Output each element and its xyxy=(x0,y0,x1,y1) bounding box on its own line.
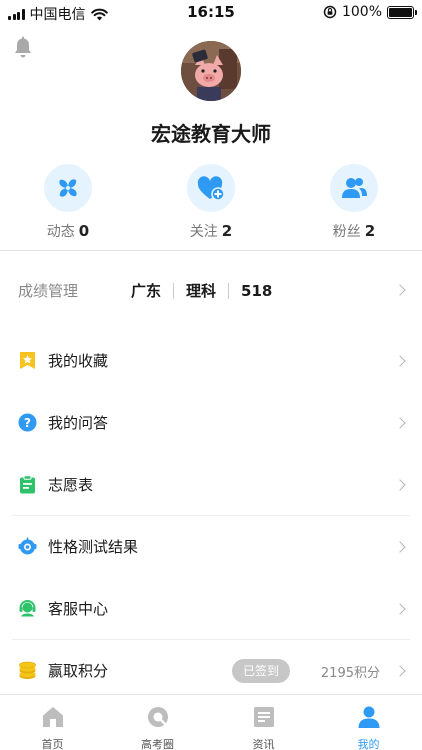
divider xyxy=(0,250,422,251)
tab-news[interactable]: 资讯 xyxy=(211,695,316,750)
menu-item-customer-service[interactable]: 客服中心 xyxy=(0,578,422,640)
menu-item-favorites[interactable]: 我的收藏 xyxy=(0,330,422,392)
avatar[interactable] xyxy=(181,41,241,101)
favorites-bookmark-icon xyxy=(20,352,35,369)
tab-bar: 首页 高考圈 资讯 我的 xyxy=(0,694,422,750)
tab-label: 我的 xyxy=(357,738,380,750)
stat-following[interactable]: 关注 2 xyxy=(161,164,261,241)
chevron-right-icon xyxy=(394,603,406,615)
stat-fans[interactable]: 粉丝 2 xyxy=(304,164,404,241)
chevron-right-icon xyxy=(394,541,406,553)
stat-posts[interactable]: 动态 0 xyxy=(18,164,118,241)
question-icon: ? xyxy=(18,413,37,432)
headset-icon xyxy=(19,600,36,617)
chevron-right-icon xyxy=(394,665,406,677)
stat-label: 粉丝 2 xyxy=(332,222,376,240)
status-bar: 中国电信 16:15 100% xyxy=(0,0,422,24)
stat-label: 动态 0 xyxy=(46,222,90,240)
menu-label: 志愿表 xyxy=(48,476,94,494)
tab-gaokao-circle[interactable]: 高考圈 xyxy=(105,695,210,750)
home-icon xyxy=(42,707,63,727)
score-values: 广东 理科 518 xyxy=(131,280,272,301)
battery-icon xyxy=(387,5,417,19)
users-icon xyxy=(342,178,367,198)
chevron-right-icon xyxy=(394,479,406,491)
circle-icon xyxy=(147,707,168,727)
stats-row: 动态 0 关注 2 粉丝 2 xyxy=(0,164,422,244)
menu-label: 性格测试结果 xyxy=(48,538,139,556)
stat-label: 关注 2 xyxy=(189,222,233,240)
menu-item-qa[interactable]: ? 我的问答 xyxy=(0,392,422,454)
rotation-lock-icon xyxy=(323,5,337,19)
menu-label: 我的问答 xyxy=(48,414,109,432)
stat-icon-bg xyxy=(44,164,92,212)
score-title: 成绩管理 xyxy=(18,282,79,300)
pinwheel-icon xyxy=(59,179,77,197)
clipboard-icon xyxy=(20,475,35,494)
score-province: 广东 xyxy=(131,282,162,300)
menu-label: 客服中心 xyxy=(48,600,109,618)
score-value: 518 xyxy=(241,281,273,300)
heart-plus-icon xyxy=(197,176,225,201)
status-right: 100% xyxy=(323,4,417,20)
value-separator xyxy=(228,282,230,299)
bell-icon[interactable] xyxy=(12,36,34,60)
tab-home[interactable]: 首页 xyxy=(0,695,105,750)
stat-icon-bg xyxy=(187,164,235,212)
chevron-right-icon xyxy=(394,355,406,367)
chevron-right-icon xyxy=(394,417,406,429)
news-icon xyxy=(253,707,274,727)
value-separator xyxy=(173,282,175,299)
svg-text:?: ? xyxy=(24,416,31,430)
battery-percent: 100% xyxy=(341,4,382,20)
menu-label: 赢取积分 xyxy=(48,662,109,680)
menu-label: 我的收藏 xyxy=(48,352,109,370)
robot-face-icon xyxy=(18,537,37,555)
tab-label: 资讯 xyxy=(252,738,275,750)
stat-icon-bg xyxy=(330,164,378,212)
menu-item-earn-points[interactable]: 赢取积分 已签到 2195积分 xyxy=(0,640,422,702)
username: 宏途教育大师 xyxy=(151,122,271,146)
score-management-row[interactable]: 成绩管理 广东 理科 518 xyxy=(0,252,422,328)
score-subject: 理科 xyxy=(186,282,217,300)
avatar-image xyxy=(181,41,241,101)
coins-icon xyxy=(19,661,36,679)
signed-in-badge: 已签到 xyxy=(232,659,290,683)
tab-label: 首页 xyxy=(41,738,64,750)
chevron-right-icon xyxy=(394,284,406,296)
points-value: 2195积分 xyxy=(320,666,380,681)
menu-item-volunteer-form[interactable]: 志愿表 xyxy=(0,454,422,516)
profile-icon xyxy=(358,706,379,728)
menu-item-personality-test[interactable]: 性格测试结果 xyxy=(0,516,422,578)
tab-label: 高考圈 xyxy=(141,738,174,750)
tab-mine[interactable]: 我的 xyxy=(316,695,421,750)
